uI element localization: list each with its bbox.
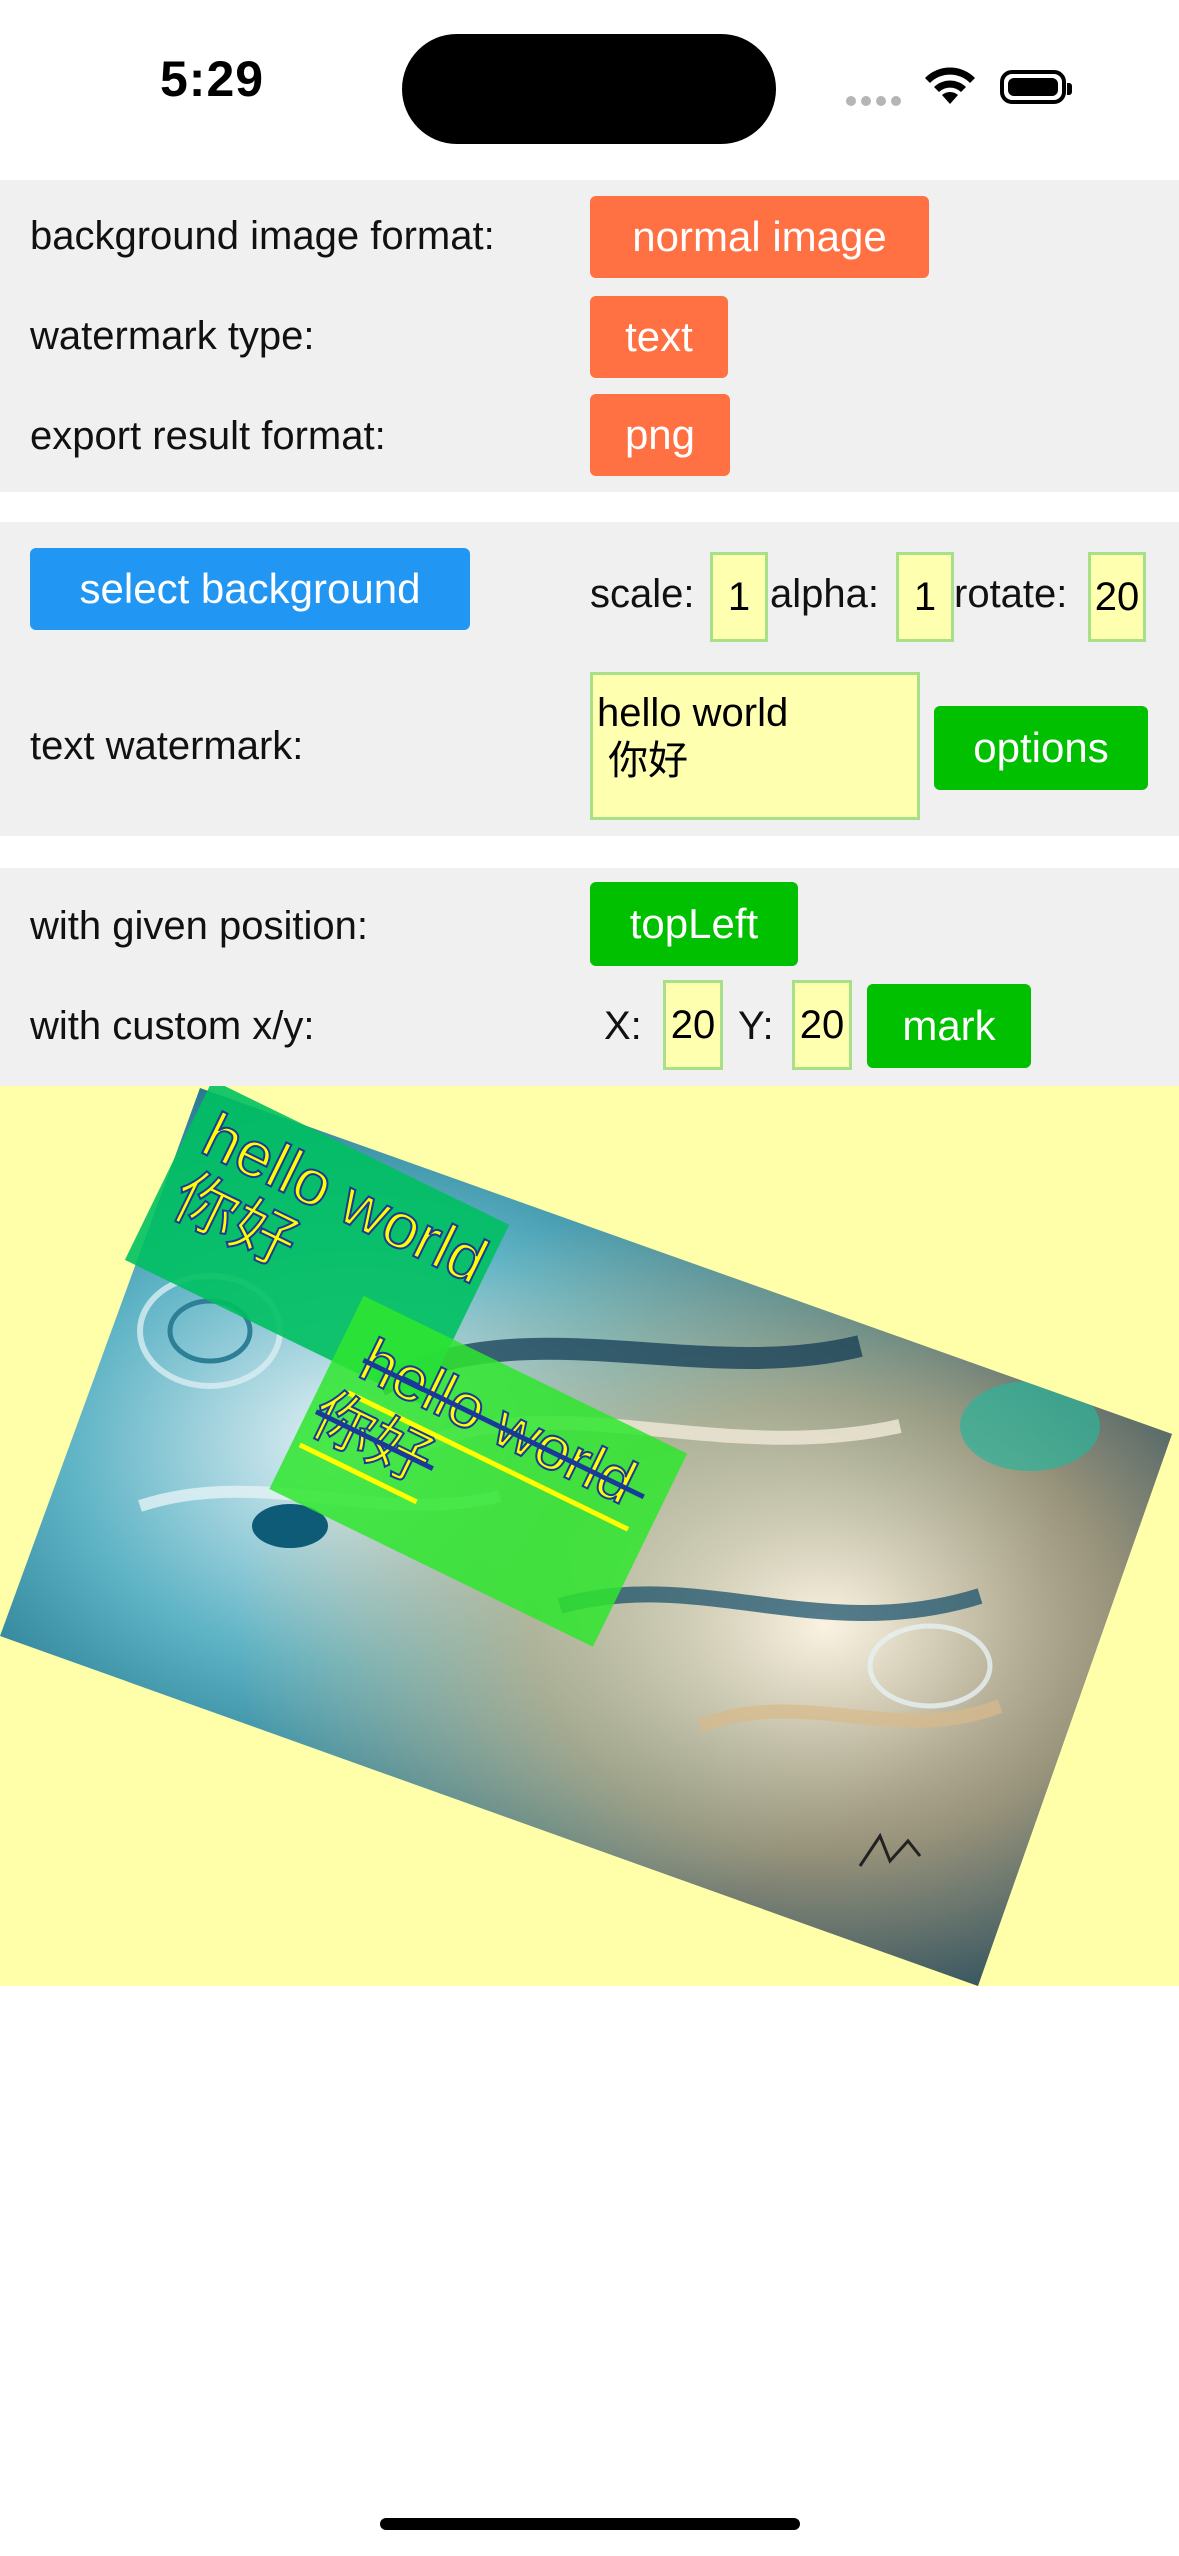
alpha-label: alpha: (770, 572, 879, 616)
options-button[interactable]: options (934, 706, 1148, 790)
battery-icon (1000, 70, 1072, 104)
text-watermark-input[interactable]: hello world 你好 (590, 672, 920, 820)
rotate-input[interactable]: 20 (1088, 552, 1146, 642)
y-input[interactable]: 20 (792, 980, 852, 1070)
x-label: X: (604, 1004, 642, 1048)
export-format-button[interactable]: png (590, 394, 730, 476)
dynamic-island (402, 34, 776, 144)
home-indicator (380, 2518, 800, 2530)
bg-format-button[interactable]: normal image (590, 196, 929, 278)
watermark-type-label: watermark type: (30, 314, 315, 358)
rotate-label: rotate: (954, 572, 1068, 616)
given-position-button[interactable]: topLeft (590, 882, 798, 966)
export-format-label: export result format: (30, 414, 386, 458)
preview-image: hello world 你好 hello world 你好 (0, 1086, 1172, 1986)
wifi-icon (925, 67, 975, 104)
alpha-input[interactable]: 1 (896, 552, 954, 642)
given-position-label: with given position: (30, 904, 368, 948)
x-input[interactable]: 20 (663, 980, 723, 1070)
text-watermark-label: text watermark: (30, 724, 304, 768)
bg-format-label: background image format: (30, 214, 495, 258)
select-background-button[interactable]: select background (30, 548, 470, 630)
preview-area: hello world 你好 hello world 你好 (0, 1086, 1179, 1986)
custom-xy-label: with custom x/y: (30, 1004, 315, 1048)
scale-label: scale: (590, 572, 695, 616)
watermark-type-button[interactable]: text (590, 296, 728, 378)
mark-button[interactable]: mark (867, 984, 1031, 1068)
cellular-signal-icon (846, 96, 904, 106)
scale-input[interactable]: 1 (710, 552, 768, 642)
y-label: Y: (738, 1004, 774, 1048)
status-time: 5:29 (160, 51, 265, 107)
